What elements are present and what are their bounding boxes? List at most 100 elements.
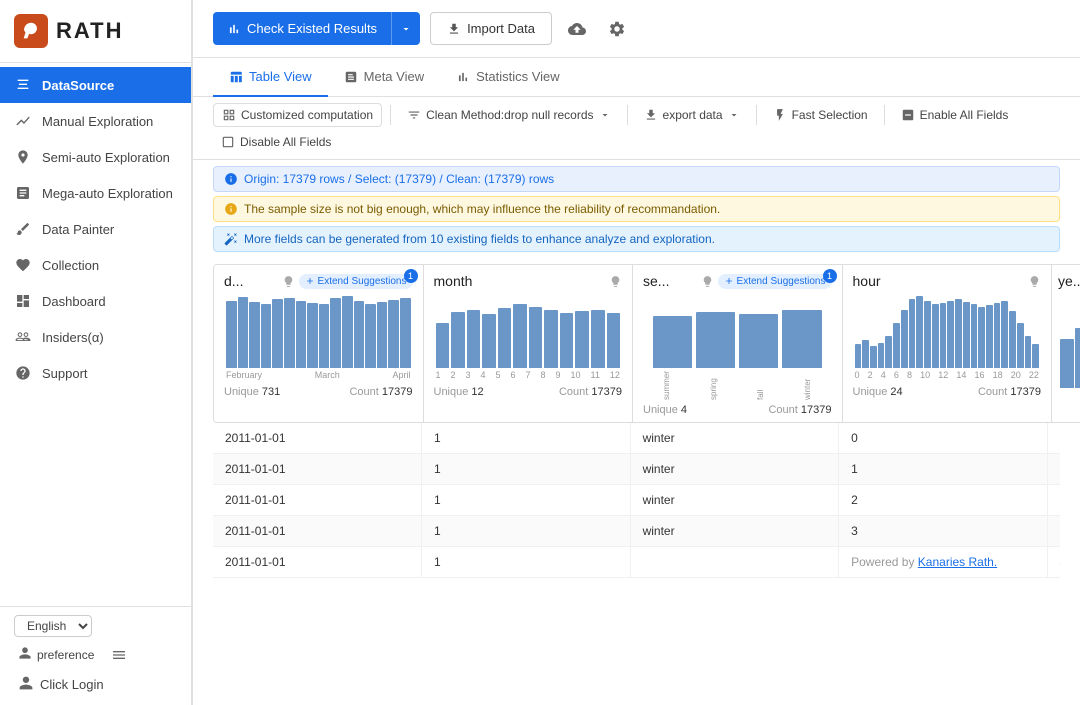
download-icon bbox=[644, 108, 658, 122]
cell: winter bbox=[630, 485, 839, 516]
tab-table-label: Table View bbox=[249, 69, 312, 84]
col-name-se: se... bbox=[643, 273, 669, 289]
col-card-d: d... Extend Suggestions 1 bbox=[214, 265, 424, 422]
customized-computation-label: Customized computation bbox=[241, 108, 373, 122]
bar-chart-hour bbox=[853, 293, 1042, 368]
language-select[interactable]: English bbox=[14, 615, 92, 637]
extend-icon bbox=[305, 276, 315, 286]
sidebar-item-label: Collection bbox=[42, 258, 99, 273]
import-data-label: Import Data bbox=[467, 21, 535, 36]
sidebar: RATH DataSource Manual Exploration Semi-… bbox=[0, 0, 192, 705]
lightning-icon bbox=[773, 108, 787, 122]
export-data-button[interactable]: export data bbox=[636, 104, 748, 126]
sidebar-item-insiders[interactable]: Insiders(α) bbox=[0, 319, 191, 355]
cell: 0 bbox=[839, 423, 1048, 454]
sidebar-item-manual[interactable]: Manual Exploration bbox=[0, 103, 191, 139]
user-icon bbox=[18, 646, 32, 663]
cell: 2 bbox=[839, 485, 1048, 516]
cell bbox=[630, 547, 839, 578]
check-results-button[interactable]: Check Existed Results bbox=[213, 12, 391, 45]
language-selector[interactable]: English bbox=[14, 615, 177, 637]
disable-all-fields-button[interactable]: Disable All Fields bbox=[213, 131, 339, 153]
col-name-d: d... bbox=[224, 273, 243, 289]
col-stats-month: Unique 12 Count 17379 bbox=[434, 386, 623, 398]
cell: 1 bbox=[839, 454, 1048, 485]
list-icon bbox=[111, 647, 127, 663]
settings-button[interactable] bbox=[602, 14, 632, 44]
sidebar-item-megaauto[interactable]: Mega-auto Exploration bbox=[0, 175, 191, 211]
bulb-icon-month bbox=[609, 275, 622, 288]
warning-text: The sample size is not big enough, which… bbox=[244, 202, 720, 216]
cell: 2011-01-01 bbox=[213, 516, 422, 547]
collection-icon bbox=[14, 256, 32, 274]
check-results-dropdown[interactable] bbox=[391, 12, 420, 45]
import-data-button[interactable]: Import Data bbox=[430, 12, 552, 45]
enable-all-fields-button[interactable]: Enable All Fields bbox=[893, 104, 1017, 126]
extend-badge-se[interactable]: Extend Suggestions 1 bbox=[718, 274, 832, 289]
cell: 1 bbox=[422, 485, 631, 516]
bar-labels-d: February March April bbox=[224, 370, 413, 380]
customized-computation-button[interactable]: Customized computation bbox=[213, 103, 382, 127]
app-name: RATH bbox=[56, 18, 123, 44]
tabs-bar: Table View Meta View Statistics View bbox=[193, 58, 1080, 97]
checkbox-unchecked-icon bbox=[221, 135, 235, 149]
sidebar-item-painter[interactable]: Data Painter bbox=[0, 211, 191, 247]
col-stats-d: Unique 731 Count 17379 bbox=[224, 386, 413, 398]
sidebar-item-dashboard[interactable]: Dashboard bbox=[0, 283, 191, 319]
sidebar-item-label: Data Painter bbox=[42, 222, 114, 237]
cell: 201... bbox=[1047, 423, 1060, 454]
chevron-down-small-icon bbox=[599, 109, 611, 121]
cell: 4 bbox=[1047, 547, 1060, 578]
sidebar-item-label: Mega-auto Exploration bbox=[42, 186, 173, 201]
bar-chart-d bbox=[224, 293, 413, 368]
powered-by-link[interactable]: Kanaries Rath. bbox=[918, 555, 997, 569]
sidebar-item-label: DataSource bbox=[42, 78, 114, 93]
cell: winter bbox=[630, 454, 839, 485]
cell: winter bbox=[630, 423, 839, 454]
login-button[interactable]: Click Login bbox=[14, 672, 177, 697]
sidebar-item-collection[interactable]: Collection bbox=[0, 247, 191, 283]
preference-button[interactable]: preference bbox=[14, 643, 98, 666]
bulb-icon-d bbox=[282, 275, 295, 288]
enable-all-label: Enable All Fields bbox=[920, 108, 1009, 122]
cell: 3 bbox=[839, 516, 1048, 547]
insiders-icon bbox=[14, 328, 32, 346]
sidebar-item-label: Semi-auto Exploration bbox=[42, 150, 170, 165]
data-table-container: 2011-01-01 1 winter 0 201... 2011-01-01 … bbox=[213, 423, 1060, 578]
extend-num-se: 1 bbox=[823, 269, 837, 283]
table-row: 2011-01-01 1 winter 2 201... bbox=[213, 485, 1060, 516]
fast-selection-button[interactable]: Fast Selection bbox=[765, 104, 876, 126]
sidebar-item-support[interactable]: Support bbox=[0, 355, 191, 391]
data-table: 2011-01-01 1 winter 0 201... 2011-01-01 … bbox=[213, 423, 1060, 578]
cell: 2011-01-01 bbox=[213, 485, 422, 516]
sidebar-item-datasource[interactable]: DataSource bbox=[0, 67, 191, 103]
disable-all-label: Disable All Fields bbox=[240, 135, 331, 149]
topbar: Check Existed Results Import Data bbox=[193, 0, 1080, 58]
chevron-down-export-icon bbox=[728, 109, 740, 121]
clean-method-button[interactable]: Clean Method:drop null records bbox=[399, 104, 618, 126]
col-stats-hour: Unique 24 Count 17379 bbox=[853, 386, 1042, 398]
upload-icon bbox=[447, 22, 461, 36]
preference-label: preference bbox=[37, 648, 94, 662]
grid-icon bbox=[222, 108, 236, 122]
extend-badge-d[interactable]: Extend Suggestions 1 bbox=[299, 274, 413, 289]
tab-meta[interactable]: Meta View bbox=[328, 58, 440, 97]
checkbox-checked-icon bbox=[901, 108, 915, 122]
list-icon-button[interactable] bbox=[108, 644, 130, 666]
cell: 2011-01-01 bbox=[213, 423, 422, 454]
table-icon bbox=[229, 70, 243, 84]
bar-labels-month: 123456789101112 bbox=[434, 370, 623, 380]
col-card-month: month bbox=[424, 265, 634, 422]
tab-statistics[interactable]: Statistics View bbox=[440, 58, 576, 97]
settings-icon bbox=[608, 20, 626, 38]
sidebar-item-semiauto[interactable]: Semi-auto Exploration bbox=[0, 139, 191, 175]
tab-table[interactable]: Table View bbox=[213, 58, 328, 97]
magic-icon bbox=[224, 232, 238, 246]
login-icon bbox=[18, 675, 34, 694]
cloud-upload-button[interactable] bbox=[562, 14, 592, 44]
login-label: Click Login bbox=[40, 677, 104, 692]
semiauto-icon bbox=[14, 148, 32, 166]
check-results-split-button[interactable]: Check Existed Results bbox=[213, 12, 420, 45]
table-row: 2011-01-01 1 winter 3 201... bbox=[213, 516, 1060, 547]
sidebar-footer: English preference Click Login bbox=[0, 606, 191, 705]
